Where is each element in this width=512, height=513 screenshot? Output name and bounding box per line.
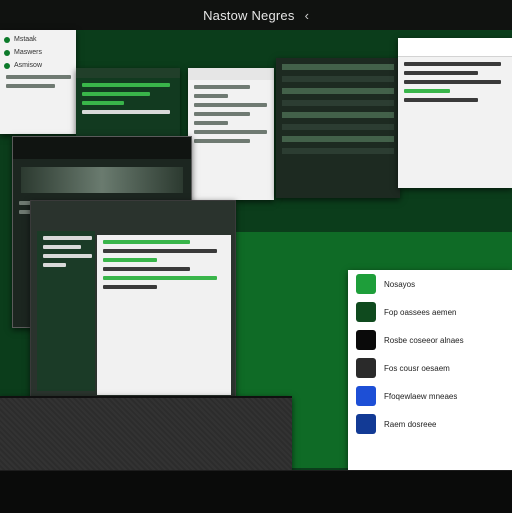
spreadsheet-icon xyxy=(356,302,376,322)
sidebar-line xyxy=(43,236,93,240)
panel-line xyxy=(404,62,501,66)
list-item-label: Nosayos xyxy=(384,279,416,289)
doc-line xyxy=(194,112,250,116)
doc-line xyxy=(194,130,268,134)
chevron-left-icon[interactable]: ‹ xyxy=(305,8,309,23)
list-item[interactable]: Fos cousr oesaem xyxy=(348,354,512,382)
sidebar-line xyxy=(43,254,93,258)
list-item-label: Ffoqewlaew mneaes xyxy=(384,391,458,401)
list-item[interactable]: Ffoqewlaew mneaes xyxy=(348,382,512,410)
doc-line xyxy=(194,103,268,107)
sheet-row xyxy=(282,88,394,94)
sheet-row xyxy=(282,112,394,118)
placeholder-text-line xyxy=(6,84,56,88)
doc-line xyxy=(103,249,217,253)
left-window-row[interactable]: Asmisow xyxy=(4,62,72,69)
bottom-taskbar xyxy=(0,470,512,513)
sidebar-line xyxy=(43,245,81,249)
list-item-label: Raem dosreee xyxy=(384,419,437,429)
doc-line xyxy=(103,285,157,289)
list-line xyxy=(82,83,171,87)
doc-line xyxy=(194,94,229,98)
editor-document xyxy=(97,235,231,395)
doc-app-icon xyxy=(356,386,376,406)
left-window-row-label: Maswers xyxy=(14,49,43,56)
sheet-row xyxy=(282,100,394,106)
placeholder-text-line xyxy=(6,75,71,79)
list-item-label: Rosbe coseeor alnaes xyxy=(384,335,464,345)
green-list-window[interactable] xyxy=(76,68,180,136)
doc-line xyxy=(194,85,250,89)
sheet-row xyxy=(282,136,394,142)
list-item-label: Fos cousr oesaem xyxy=(384,363,450,373)
left-settings-window[interactable]: Mstaak Maswers Asmisow xyxy=(0,30,76,134)
doc-line xyxy=(103,267,191,271)
sheet-row xyxy=(282,124,394,130)
terminal-icon xyxy=(356,358,376,378)
editor-sidebar xyxy=(37,231,95,391)
status-dot-icon xyxy=(4,62,10,69)
list-line xyxy=(82,101,124,105)
doc-highlight-line xyxy=(103,276,217,280)
monitor-icon xyxy=(356,330,376,350)
preview-image xyxy=(21,167,183,193)
right-info-panel[interactable] xyxy=(398,38,512,188)
window-toolbar xyxy=(76,68,180,78)
panel-line xyxy=(404,71,479,75)
panel-accent-line xyxy=(404,89,450,93)
sheet-row xyxy=(282,148,394,154)
sheet-row xyxy=(282,64,394,70)
editor-window[interactable] xyxy=(30,200,236,400)
list-item[interactable]: Raem dosreee xyxy=(348,410,512,438)
status-dot-icon xyxy=(4,36,10,43)
list-line xyxy=(82,92,150,96)
list-line xyxy=(82,110,171,114)
terminal-panel[interactable] xyxy=(0,396,292,470)
sidebar-line xyxy=(43,263,67,267)
left-window-row-label: Mstaak xyxy=(14,36,37,43)
status-dot-icon xyxy=(4,49,10,56)
title-bar: Nastow Negres ‹ xyxy=(0,0,512,30)
panel-header xyxy=(398,38,512,57)
doc-line xyxy=(194,139,250,143)
right-list-panel[interactable]: Nosayos Fop oassees aemen Rosbe coseeor … xyxy=(348,270,512,470)
left-window-row[interactable]: Mstaak xyxy=(4,36,72,43)
doc-line xyxy=(194,121,229,125)
list-item[interactable]: Nosayos xyxy=(348,270,512,298)
sheet-row xyxy=(282,76,394,82)
blue-app-icon xyxy=(356,414,376,434)
window-title: Nastow Negres xyxy=(203,7,295,23)
panel-line xyxy=(404,98,479,102)
spreadsheet-window[interactable] xyxy=(276,58,400,198)
list-item-label: Fop oassees aemen xyxy=(384,307,457,317)
document-window[interactable] xyxy=(188,68,274,200)
green-app-icon xyxy=(356,274,376,294)
doc-highlight-line xyxy=(103,258,157,262)
left-window-row-label: Asmisow xyxy=(14,62,43,69)
list-item[interactable]: Rosbe coseeor alnaes xyxy=(348,326,512,354)
list-item[interactable]: Fop oassees aemen xyxy=(348,298,512,326)
panel-line xyxy=(404,80,501,84)
doc-highlight-line xyxy=(103,240,191,244)
preview-header xyxy=(13,137,191,159)
left-window-row[interactable]: Maswers xyxy=(4,49,72,56)
document-header xyxy=(188,68,274,80)
